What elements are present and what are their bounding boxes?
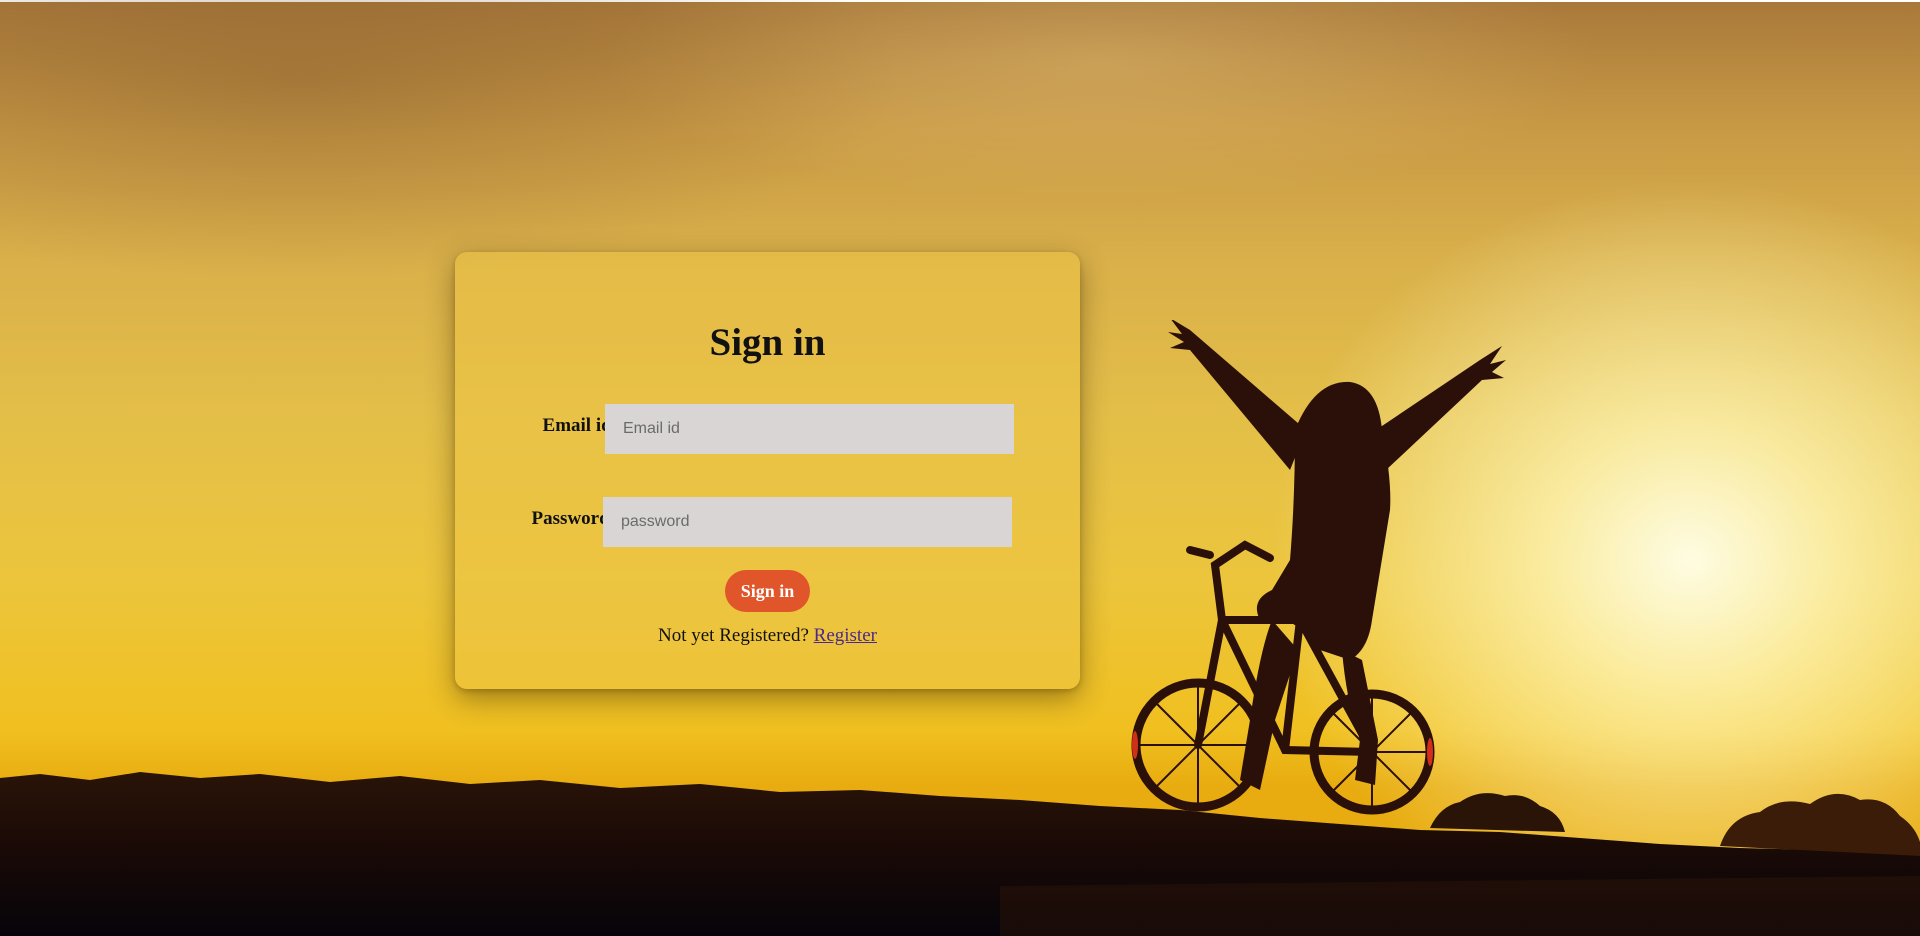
login-page: Sign in Email id: Password: Sign in Not … — [0, 0, 1920, 936]
ground-silhouette — [0, 772, 1920, 936]
register-prompt-text: Not yet Registered? — [658, 625, 809, 646]
signin-card: Sign in Email id: Password: Sign in Not … — [455, 252, 1080, 689]
email-label: Email id: — [542, 415, 618, 436]
signin-button[interactable]: Sign in — [725, 570, 810, 612]
cyclist-silhouette-image — [1131, 320, 1506, 815]
register-link[interactable]: Register — [814, 625, 877, 646]
signin-title: Sign in — [709, 321, 826, 364]
password-label: Password: — [531, 508, 616, 529]
register-prompt-line: Not yet Registered? Register — [455, 625, 1080, 647]
email-input[interactable] — [605, 404, 1014, 454]
password-input[interactable] — [603, 497, 1012, 547]
